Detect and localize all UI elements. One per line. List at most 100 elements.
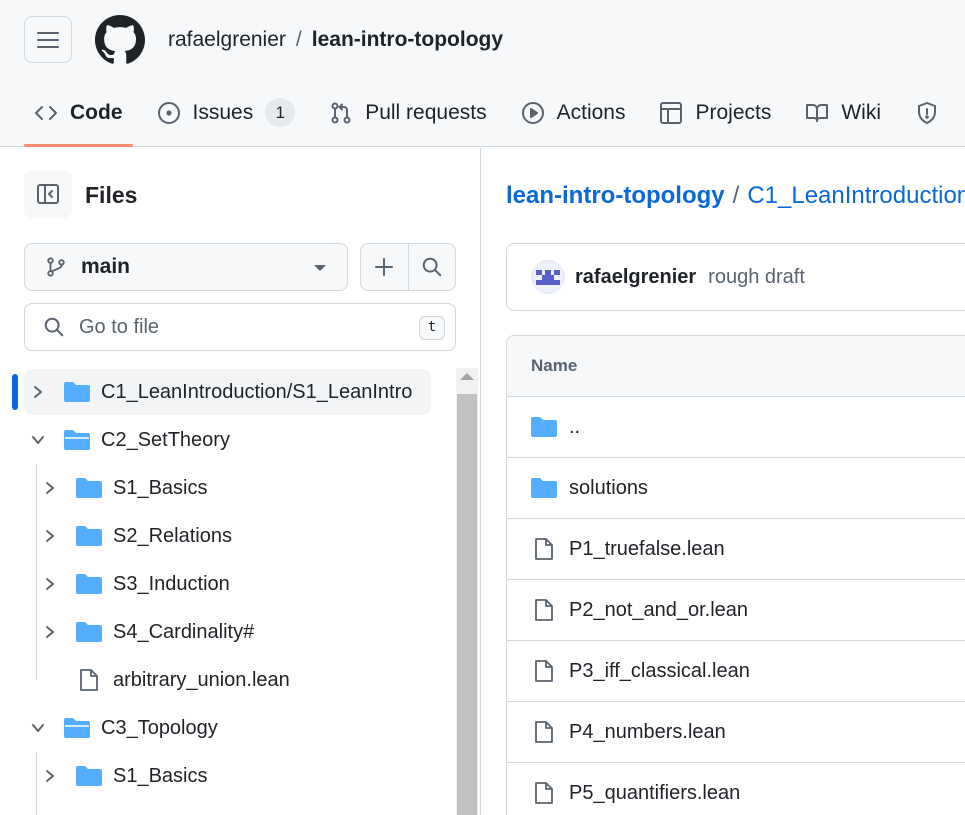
search-code-button[interactable] xyxy=(407,244,455,290)
scroll-up-arrow-icon[interactable] xyxy=(460,373,474,380)
table-row[interactable]: solutions xyxy=(507,458,965,519)
code-icon xyxy=(35,105,57,120)
tree-item-folder[interactable]: S3_Induction xyxy=(36,561,431,607)
go-to-file-input[interactable]: Go to file t xyxy=(24,303,456,351)
file-icon xyxy=(531,781,557,805)
breadcrumb-repo-link[interactable]: lean-intro-topology xyxy=(506,182,725,209)
tree-actions xyxy=(360,243,456,291)
repo-name-link[interactable]: lean-intro-topology xyxy=(312,28,503,51)
hamburger-icon xyxy=(37,31,59,48)
table-row[interactable]: .. xyxy=(507,397,965,458)
tree-item-label: C1_LeanIntroduction/S1_LeanIntro xyxy=(101,380,413,403)
tree-item-folder[interactable]: S2_Relations xyxy=(36,513,431,559)
collapse-sidebar-button[interactable] xyxy=(24,170,72,218)
chevron-down-icon[interactable] xyxy=(28,718,48,738)
folder-icon xyxy=(531,416,557,438)
chevron-right-icon[interactable] xyxy=(40,526,60,546)
breadcrumb-separator: / xyxy=(732,182,740,209)
row-name-link[interactable]: P4_numbers.lean xyxy=(569,721,726,744)
row-name-link[interactable]: P5_quantifiers.lean xyxy=(569,782,740,805)
tab-actions-label: Actions xyxy=(556,100,626,124)
tab-projects[interactable]: Projects xyxy=(649,90,781,135)
tree-item-label: S1_Basics xyxy=(113,476,208,499)
tree-item-label: S4_Cardinality# xyxy=(113,620,255,643)
breadcrumb: lean-intro-topology / C1_LeanIntroduction xyxy=(506,182,965,210)
repo-path: rafaelgrenier / lean-intro-topology xyxy=(168,26,503,54)
hamburger-menu-button[interactable] xyxy=(24,16,72,63)
sidebar-collapse-icon xyxy=(37,184,59,204)
row-name-link[interactable]: P2_not_and_or.lean xyxy=(569,599,748,622)
tab-projects-label: Projects xyxy=(695,100,772,124)
chevron-right-icon[interactable] xyxy=(28,382,48,402)
identicon-icon xyxy=(533,262,563,292)
avatar[interactable] xyxy=(531,260,565,294)
tab-issues[interactable]: Issues 1 xyxy=(147,90,306,135)
files-title: Files xyxy=(85,182,138,208)
tab-pull-requests-label: Pull requests xyxy=(365,100,487,124)
chevron-right-icon[interactable] xyxy=(40,478,60,498)
table-row[interactable]: P4_numbers.lean xyxy=(507,702,965,763)
table-icon xyxy=(660,101,683,124)
shortcut-key-hint: t xyxy=(419,316,445,340)
go-to-file-placeholder: Go to file xyxy=(79,315,160,338)
tree-scrollbar[interactable] xyxy=(456,368,478,815)
tree-item-folder[interactable]: S4_Cardinality# xyxy=(36,609,431,655)
issues-counter: 1 xyxy=(265,98,296,127)
file-icon xyxy=(531,537,557,561)
tab-code-label: Code xyxy=(70,100,123,124)
plus-icon xyxy=(375,258,394,276)
book-icon xyxy=(806,103,829,122)
commit-author-link[interactable]: rafaelgrenier xyxy=(575,266,696,289)
folder-icon xyxy=(76,621,102,643)
search-icon xyxy=(44,317,64,337)
folder-open-icon xyxy=(64,429,90,451)
row-name-link[interactable]: .. xyxy=(569,416,580,439)
scrollbar-thumb[interactable] xyxy=(457,394,477,815)
pull-request-icon xyxy=(331,102,351,123)
commit-message-link[interactable]: rough draft xyxy=(708,266,805,289)
add-file-button[interactable] xyxy=(361,244,408,290)
row-name-link[interactable]: P3_iff_classical.lean xyxy=(569,660,750,683)
breadcrumb-dir-link[interactable]: C1_LeanIntroduction xyxy=(747,182,965,209)
row-name-link[interactable]: solutions xyxy=(569,477,648,500)
tree-item-folder[interactable]: C1_LeanIntroduction/S1_LeanIntro xyxy=(24,369,431,415)
table-row[interactable]: P1_truefalse.lean xyxy=(507,519,965,580)
chevron-down-icon[interactable] xyxy=(28,430,48,450)
file-tree: C1_LeanIntroduction/S1_LeanIntro C2_SetT… xyxy=(0,368,455,815)
tab-pull-requests[interactable]: Pull requests xyxy=(319,90,496,135)
tab-issues-label: Issues xyxy=(192,100,254,124)
repo-owner-link[interactable]: rafaelgrenier xyxy=(168,28,286,51)
table-row[interactable]: P5_quantifiers.lean xyxy=(507,763,965,815)
tab-code[interactable]: Code xyxy=(24,90,133,147)
chevron-right-icon[interactable] xyxy=(40,622,60,642)
tree-item-folder[interactable]: S1_Basics xyxy=(36,465,431,511)
github-logo-icon[interactable] xyxy=(95,15,145,65)
folder-icon xyxy=(76,477,102,499)
folder-icon xyxy=(76,525,102,547)
folder-open-icon xyxy=(64,717,90,739)
caret-down-icon xyxy=(314,265,326,271)
tab-security[interactable] xyxy=(905,90,961,135)
folder-icon xyxy=(64,381,90,403)
folder-icon xyxy=(531,477,557,499)
tab-actions[interactable]: Actions xyxy=(511,90,636,135)
tree-item-folder[interactable]: C2_SetTheory xyxy=(24,417,431,463)
branch-selector[interactable]: main xyxy=(24,243,348,291)
table-row[interactable]: P2_not_and_or.lean xyxy=(507,580,965,641)
tab-wiki[interactable]: Wiki xyxy=(795,90,891,135)
row-name-link[interactable]: P1_truefalse.lean xyxy=(569,538,725,561)
tree-item-file[interactable]: arbitrary_union.lean xyxy=(36,657,431,703)
chevron-right-icon[interactable] xyxy=(40,766,60,786)
folder-icon xyxy=(76,573,102,595)
branch-name: main xyxy=(81,255,131,278)
tree-item-label: C2_SetTheory xyxy=(101,428,230,451)
tree-item-folder[interactable]: S1_Basics xyxy=(36,753,431,799)
column-header-name: Name xyxy=(531,356,578,375)
play-icon xyxy=(521,101,544,124)
chevron-right-icon[interactable] xyxy=(40,574,60,594)
table-row[interactable]: P3_iff_classical.lean xyxy=(507,641,965,702)
tree-item-folder[interactable]: C3_Topology xyxy=(24,705,431,751)
table-header: Name xyxy=(507,336,965,397)
repo-tabs: Code Issues 1 Pull requests Actions Proj… xyxy=(24,90,965,147)
file-icon xyxy=(531,659,557,683)
